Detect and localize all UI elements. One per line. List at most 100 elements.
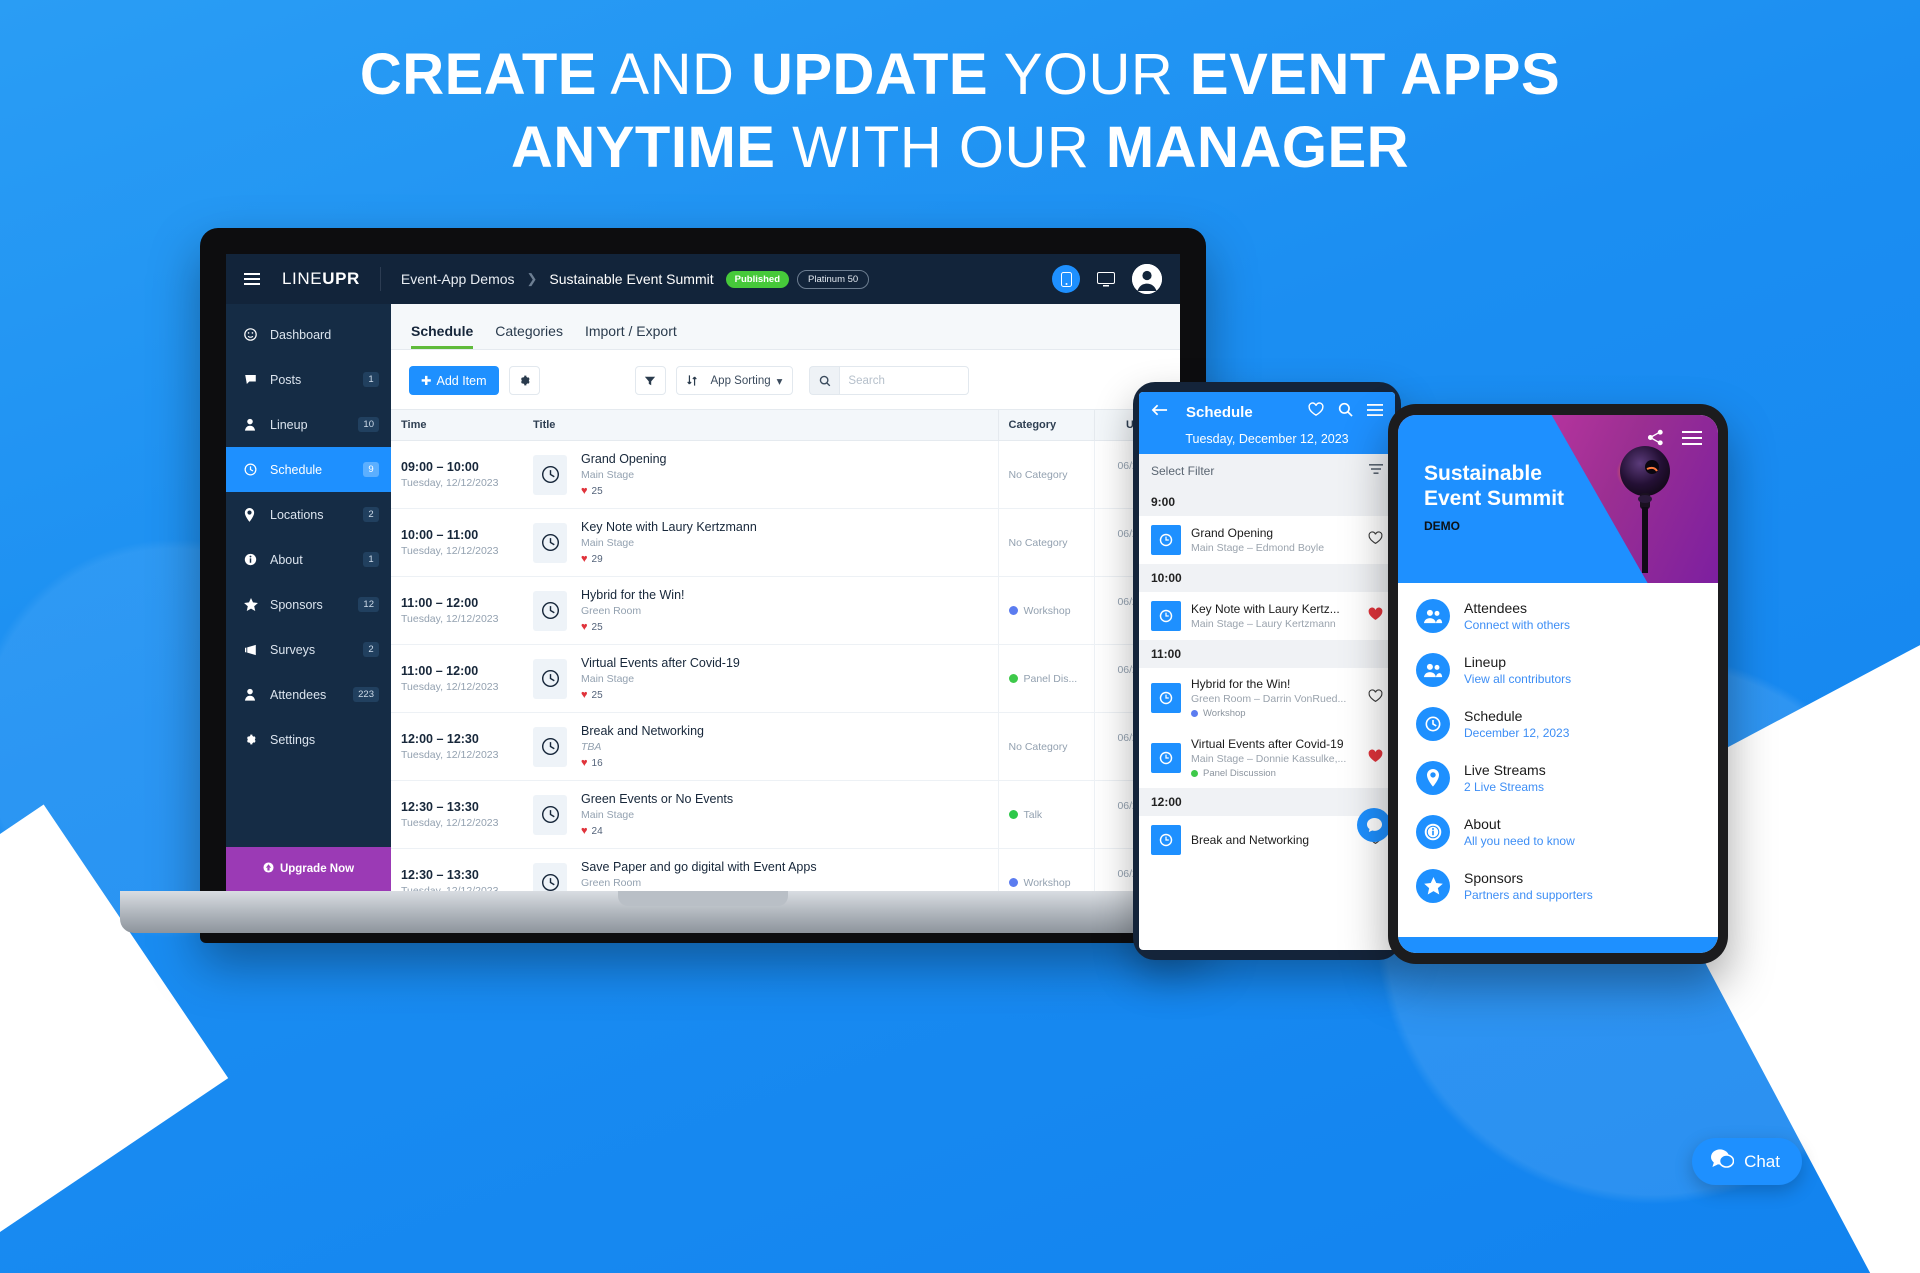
menu-item-title: Sponsors bbox=[1464, 870, 1524, 886]
sidebar-item-lineup[interactable]: Lineup 10 bbox=[226, 402, 391, 447]
mid-phone-filter-bar[interactable]: Select Filter bbox=[1139, 454, 1395, 488]
favorite-heart-icon[interactable] bbox=[1368, 688, 1383, 708]
right-phone-menu-item-sponsors[interactable]: Sponsors Partners and supporters bbox=[1398, 859, 1718, 913]
event-likes: ♥ 25 bbox=[581, 689, 740, 701]
sort-select[interactable]: App Sorting ▾ bbox=[707, 374, 793, 388]
mobile-icon[interactable] bbox=[1052, 265, 1080, 293]
right-phone-menu-item-about[interactable]: About All you need to know bbox=[1398, 805, 1718, 859]
brand-light: LINE bbox=[282, 269, 323, 288]
cell-title: Hybrid for the Win! Green Room ♥ 25 bbox=[523, 576, 998, 645]
laptop-screen: LINEUPR Event-App Demos ❯ Sustainable Ev… bbox=[226, 254, 1180, 891]
tab-categories[interactable]: Categories bbox=[495, 323, 563, 349]
right-phone-menu-item-live-streams[interactable]: Live Streams 2 Live Streams bbox=[1398, 751, 1718, 805]
hamburger-icon[interactable] bbox=[244, 270, 260, 288]
mid-phone-item-icon bbox=[1151, 525, 1181, 555]
filter-lines-icon[interactable] bbox=[1369, 464, 1383, 478]
mid-phone-list-item[interactable]: Virtual Events after Covid-19 Main Stage … bbox=[1139, 728, 1395, 788]
event-like-count: 25 bbox=[591, 621, 603, 633]
table-row[interactable]: 11:00 – 12:00 Tuesday, 12/12/2023 Virtual … bbox=[391, 644, 1180, 713]
filter-button[interactable] bbox=[634, 366, 666, 395]
sidebar-item-posts[interactable]: Posts 1 bbox=[226, 357, 391, 402]
laptop-lid: LINEUPR Event-App Demos ❯ Sustainable Ev… bbox=[200, 228, 1206, 943]
user-avatar-icon[interactable] bbox=[1132, 264, 1162, 294]
category-badge: Workshop bbox=[1008, 605, 1084, 617]
event-clock-thumbnail bbox=[533, 590, 567, 631]
main-content: Schedule Categories Import / Export ✚ Add … bbox=[391, 304, 1180, 891]
add-item-button[interactable]: ✚ Add Item bbox=[409, 366, 499, 395]
headline-your: YOUR bbox=[988, 42, 1190, 107]
sidebar-item-surveys[interactable]: Surveys 2 bbox=[226, 627, 391, 672]
hamburger-icon[interactable] bbox=[1682, 430, 1702, 450]
tab-import-export[interactable]: Import / Export bbox=[585, 323, 677, 349]
mid-phone-screen: Schedule Tuesday, December 12, 2023 Sele… bbox=[1139, 392, 1395, 950]
table-row[interactable]: 09:00 – 10:00 Tuesday, 12/12/2023 Grand Op… bbox=[391, 440, 1180, 509]
chat-bubble-icon[interactable] bbox=[1357, 808, 1391, 842]
breadcrumb-parent[interactable]: Event-App Demos bbox=[401, 271, 515, 287]
heart-icon: ♥ bbox=[581, 825, 588, 837]
table-row[interactable]: 12:00 – 12:30 Tuesday, 12/12/2023 Break an… bbox=[391, 712, 1180, 781]
sidebar-item-badge: 1 bbox=[363, 552, 379, 567]
search-icon[interactable] bbox=[1338, 402, 1353, 422]
upgrade-now-button[interactable]: Upgrade Now bbox=[226, 847, 391, 891]
event-date: Tuesday, 12/12/2023 bbox=[401, 749, 499, 761]
back-arrow-icon[interactable] bbox=[1151, 403, 1168, 422]
heart-outline-icon[interactable] bbox=[1308, 402, 1324, 422]
chat-widget-button[interactable]: Chat bbox=[1692, 1138, 1802, 1185]
hamburger-icon[interactable] bbox=[1367, 403, 1383, 421]
col-header-time[interactable]: Time bbox=[391, 409, 523, 441]
tag-label: Panel Discussion bbox=[1203, 768, 1276, 779]
col-header-title[interactable]: Title bbox=[523, 409, 998, 441]
event-time-range: 11:00 – 12:00 bbox=[401, 596, 479, 610]
promo-canvas: CREATE AND UPDATE YOUR EVENT APPS ANYTIM… bbox=[0, 0, 1920, 1273]
mid-phone-list-item[interactable]: Key Note with Laury Kertz... Main Stage –… bbox=[1139, 592, 1395, 640]
app-topbar: LINEUPR Event-App Demos ❯ Sustainable Ev… bbox=[226, 254, 1180, 304]
favorite-heart-icon[interactable] bbox=[1368, 530, 1383, 550]
sidebar-item-badge: 223 bbox=[353, 687, 379, 702]
search-control[interactable] bbox=[809, 366, 970, 395]
col-header-category[interactable]: Category bbox=[997, 409, 1094, 441]
dashboard-icon bbox=[244, 328, 266, 341]
table-row[interactable]: 12:30 – 13:30 Tuesday, 12/12/2023 Green Ev… bbox=[391, 780, 1180, 849]
sidebar-item-sponsors[interactable]: Sponsors 12 bbox=[226, 582, 391, 627]
promo-headline: CREATE AND UPDATE YOUR EVENT APPS ANYTIM… bbox=[0, 42, 1920, 181]
sort-updown-icon[interactable] bbox=[677, 367, 707, 394]
favorite-heart-icon[interactable] bbox=[1368, 748, 1383, 768]
search-input[interactable] bbox=[839, 366, 970, 395]
sidebar-item-schedule[interactable]: Schedule 9 bbox=[226, 447, 391, 492]
sort-control[interactable]: App Sorting ▾ bbox=[675, 366, 794, 395]
sidebar-item-attendees[interactable]: Attendees 223 bbox=[226, 672, 391, 717]
table-row[interactable]: 11:00 – 12:00 Tuesday, 12/12/2023 Hybrid f… bbox=[391, 576, 1180, 645]
mid-phone-title: Schedule bbox=[1186, 403, 1253, 421]
tab-schedule[interactable]: Schedule bbox=[411, 323, 474, 349]
event-date: Tuesday, 12/12/2023 bbox=[401, 613, 499, 625]
gear-icon bbox=[244, 733, 266, 746]
schedule-settings-button[interactable] bbox=[508, 366, 540, 395]
right-phone-menu-item-lineup[interactable]: Lineup View all contributors bbox=[1398, 643, 1718, 697]
mid-phone-list-item[interactable]: Grand Opening Main Stage – Edmond Boyle bbox=[1139, 516, 1395, 564]
event-like-count: 29 bbox=[591, 553, 603, 565]
sidebar-item-settings[interactable]: Settings bbox=[226, 717, 391, 762]
category-color-dot bbox=[1008, 674, 1018, 683]
table-row[interactable]: 12:30 – 13:30 Tuesday, 12/12/2023 Save Pap… bbox=[391, 848, 1180, 891]
info-icon bbox=[1416, 815, 1450, 849]
desktop-icon[interactable] bbox=[1092, 265, 1120, 293]
table-row[interactable]: 10:00 – 11:00 Tuesday, 12/12/2023 Key Note… bbox=[391, 508, 1180, 577]
brand-logo[interactable]: LINEUPR bbox=[282, 269, 360, 289]
share-icon[interactable] bbox=[1647, 429, 1664, 451]
sidebar-item-dashboard[interactable]: Dashboard bbox=[226, 312, 391, 357]
table-header-row: Time Title Category Updated bbox=[391, 409, 1180, 441]
right-phone-menu-item-schedule[interactable]: Schedule December 12, 2023 bbox=[1398, 697, 1718, 751]
event-location: Main Stage bbox=[581, 537, 635, 549]
headline-with-our: WITH OUR bbox=[775, 114, 1106, 180]
sidebar-item-badge: 1 bbox=[363, 372, 379, 387]
sidebar-item-label: Lineup bbox=[270, 417, 308, 432]
menu-item-title: Schedule bbox=[1464, 708, 1523, 724]
sidebar-item-locations[interactable]: Locations 2 bbox=[226, 492, 391, 537]
sidebar-item-about[interactable]: About 1 bbox=[226, 537, 391, 582]
right-phone-menu-item-attendees[interactable]: Attendees Connect with others bbox=[1398, 589, 1718, 643]
favorite-heart-icon[interactable] bbox=[1368, 606, 1383, 626]
plan-badge[interactable]: Platinum 50 bbox=[797, 269, 870, 289]
mid-phone-list-item[interactable]: Hybrid for the Win! Green Room – Darrin V… bbox=[1139, 668, 1395, 728]
sidebar: Dashboard Posts 1 Lineup 10 Schedule 9 Location… bbox=[226, 304, 391, 891]
category-badge: Talk bbox=[1008, 809, 1084, 821]
